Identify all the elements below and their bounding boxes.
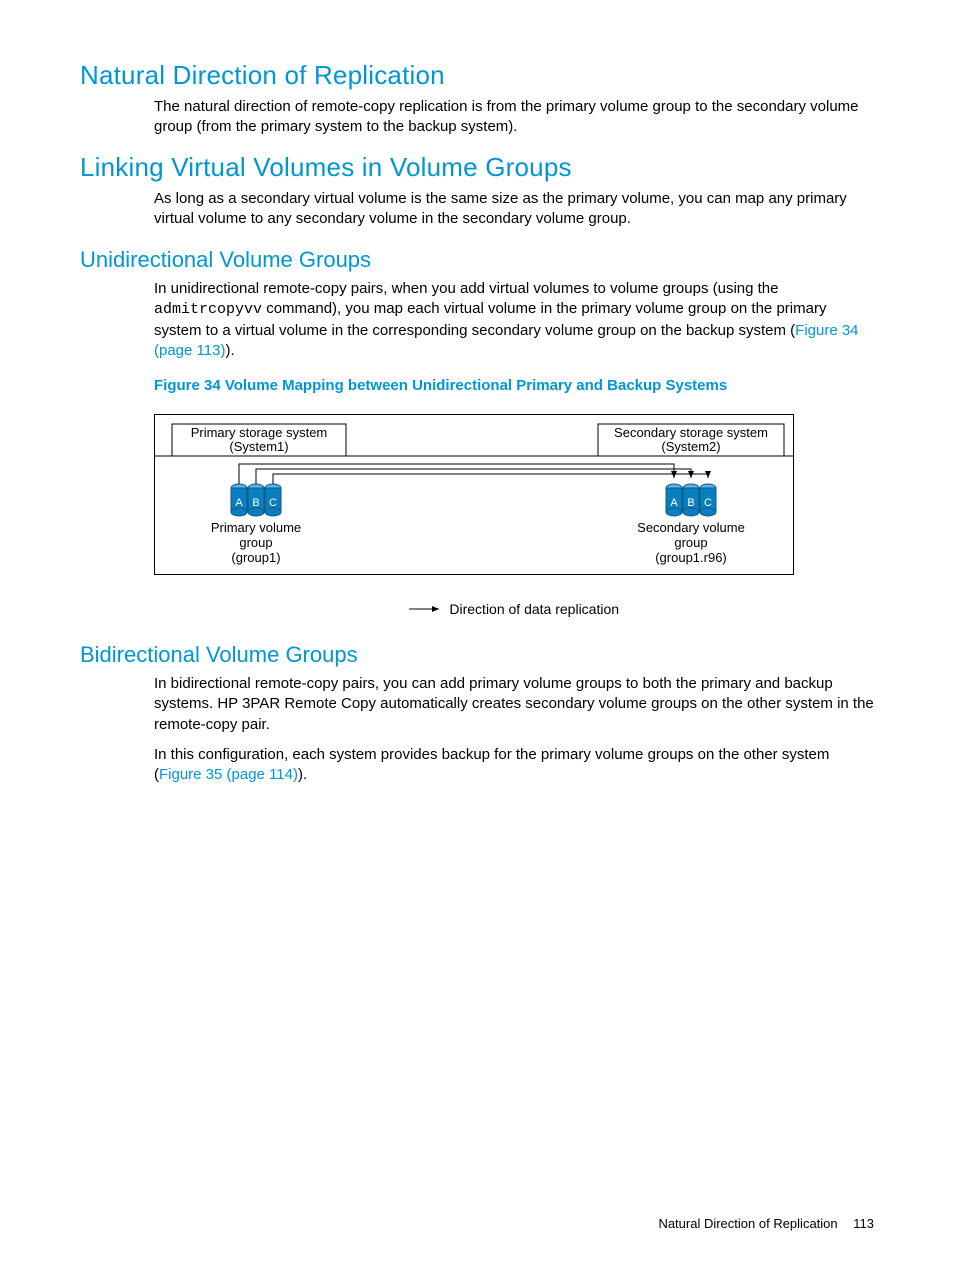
paragraph: In unidirectional remote-copy pairs, whe… (154, 279, 874, 361)
footer-section-title: Natural Direction of Replication (658, 1216, 837, 1231)
legend-text: Direction of data replication (449, 601, 619, 617)
primary-system-label-l1: Primary storage system (191, 425, 328, 440)
figure-xref-link[interactable]: Figure 35 (page 114) (159, 766, 298, 783)
text-fragment: ). (225, 342, 234, 359)
secondary-system-label-l2: (System2) (661, 439, 720, 454)
svg-text:C: C (269, 497, 277, 509)
svg-text:A: A (670, 497, 678, 509)
secondary-volumes-icon: A B C (666, 484, 716, 516)
primary-volumes-icon: A B C (231, 484, 281, 516)
secondary-system-label-l1: Secondary storage system (614, 425, 768, 440)
text-fragment: ). (298, 766, 307, 783)
paragraph: In this configuration, each system provi… (154, 745, 874, 786)
primary-group-label-l1: Primary volume (211, 520, 301, 535)
secondary-group-label-l2: group (674, 535, 707, 550)
heading-natural-direction: Natural Direction of Replication (80, 60, 874, 91)
page-footer: Natural Direction of Replication 113 (658, 1216, 874, 1231)
paragraph: The natural direction of remote-copy rep… (154, 97, 874, 138)
figure-legend: Direction of data replication (154, 600, 874, 618)
primary-system-label-l2: (System1) (229, 439, 288, 454)
svg-text:B: B (252, 497, 259, 509)
svg-text:A: A (235, 497, 243, 509)
figure-34-diagram: Primary storage system (System1) Seconda… (154, 414, 874, 618)
secondary-group-label-l1: Secondary volume (637, 520, 745, 535)
svg-text:B: B (687, 497, 694, 509)
primary-group-label-l2: group (239, 535, 272, 550)
paragraph: As long as a secondary virtual volume is… (154, 189, 874, 230)
page-number: 113 (853, 1216, 874, 1231)
heading-linking-volumes: Linking Virtual Volumes in Volume Groups (80, 152, 874, 183)
heading-unidirectional: Unidirectional Volume Groups (80, 247, 874, 273)
heading-bidirectional: Bidirectional Volume Groups (80, 642, 874, 668)
primary-group-label-l3: (group1) (231, 550, 280, 565)
text-fragment: In unidirectional remote-copy pairs, whe… (154, 280, 779, 297)
figure-caption: Figure 34 Volume Mapping between Unidire… (154, 377, 874, 394)
svg-text:C: C (704, 497, 712, 509)
secondary-group-label-l3: (group1.r96) (655, 550, 727, 565)
paragraph: In bidirectional remote-copy pairs, you … (154, 674, 874, 735)
inline-code: admitrcopyvv (154, 301, 262, 318)
